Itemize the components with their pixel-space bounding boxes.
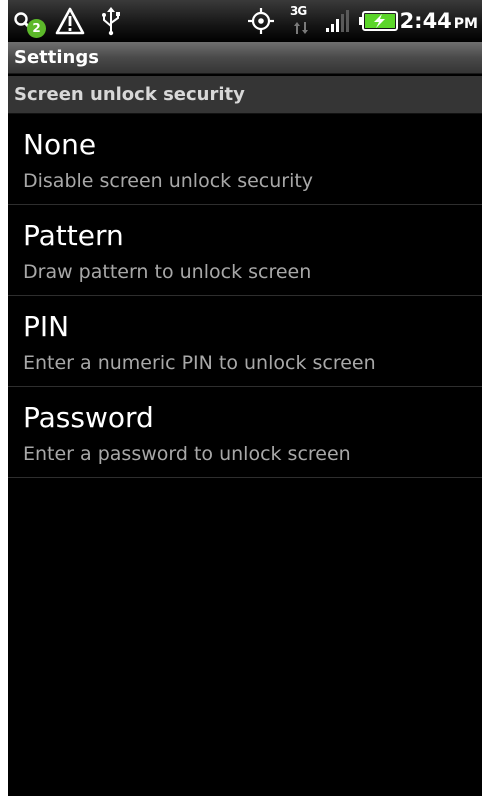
time-ampm: PM bbox=[453, 16, 478, 32]
time-value: 2:44 bbox=[399, 9, 452, 33]
title-bar: Settings bbox=[8, 42, 482, 74]
usb-icon bbox=[98, 0, 124, 42]
option-title: None bbox=[23, 128, 97, 161]
option-summary: Enter a password to unlock screen bbox=[23, 443, 351, 465]
network-activity-icon bbox=[292, 20, 310, 36]
status-time: 2:44 PM bbox=[400, 0, 478, 42]
warning-icon bbox=[54, 0, 86, 42]
notification-count-badge: 2 bbox=[27, 19, 46, 38]
option-none[interactable]: None Disable screen unlock security bbox=[8, 114, 482, 205]
battery-charging-icon bbox=[358, 0, 400, 42]
option-summary: Disable screen unlock security bbox=[23, 170, 314, 192]
option-title: PIN bbox=[23, 310, 70, 343]
option-pin[interactable]: PIN Enter a numeric PIN to unlock screen bbox=[8, 296, 482, 387]
option-password[interactable]: Password Enter a password to unlock scre… bbox=[8, 387, 482, 478]
section-header-label: Screen unlock security bbox=[14, 84, 245, 105]
network-3g-label: 3G bbox=[290, 4, 307, 18]
unlock-options-list: None Disable screen unlock security Patt… bbox=[8, 114, 482, 478]
option-summary: Enter a numeric PIN to unlock screen bbox=[23, 352, 376, 374]
option-pattern[interactable]: Pattern Draw pattern to unlock screen bbox=[8, 205, 482, 296]
option-title: Pattern bbox=[23, 219, 124, 252]
signal-icon bbox=[324, 0, 352, 42]
option-title: Password bbox=[23, 401, 154, 434]
page-title: Settings bbox=[14, 47, 99, 68]
screen: 2 3G 2:44 PM Settings Screen unlock secu… bbox=[8, 0, 482, 796]
gps-icon bbox=[246, 0, 276, 42]
option-summary: Draw pattern to unlock screen bbox=[23, 261, 312, 283]
status-bar[interactable]: 2 3G 2:44 PM bbox=[8, 0, 482, 42]
section-header: Screen unlock security bbox=[8, 76, 482, 114]
